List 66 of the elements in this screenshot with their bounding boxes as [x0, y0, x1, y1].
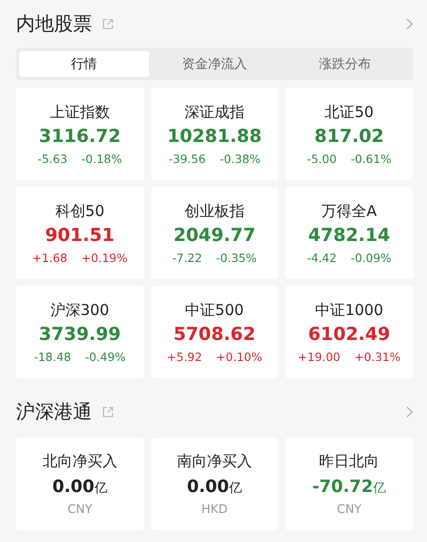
- change-percent: +0.31%: [354, 350, 401, 364]
- change-percent: +0.10%: [216, 350, 262, 364]
- index-card[interactable]: 中证1000 6102.49 +19.00 +0.31%: [285, 286, 413, 378]
- section-title: 内地股票: [16, 12, 92, 37]
- change-value: +1.68: [32, 250, 68, 264]
- change-value: -7.22: [172, 250, 202, 264]
- change-value: -4.42: [306, 250, 337, 264]
- index-name: 科创50: [55, 202, 104, 220]
- index-name: 中证500: [185, 300, 244, 320]
- index-name: 北证50: [324, 102, 374, 122]
- index-card[interactable]: 上证指数 3116.72 -5.63 -0.18%: [16, 88, 144, 180]
- share-icon[interactable]: [102, 18, 114, 30]
- index-name: 万得全A: [322, 202, 377, 220]
- index-card[interactable]: 科创50 901.51 +1.68 +0.19%: [16, 187, 144, 279]
- index-card[interactable]: 创业板指 2049.77 -7.22 -0.35%: [150, 187, 278, 279]
- index-card[interactable]: 沪深300 3739.99 -18.48 -0.49%: [16, 286, 144, 378]
- index-card[interactable]: 万得全A 4782.14 -4.42 -0.09%: [285, 187, 413, 279]
- index-name: 深证成指: [184, 102, 244, 122]
- index-name: 上证指数: [50, 102, 110, 122]
- tab[interactable]: 涨跌分布: [280, 51, 410, 77]
- change-value: -18.48: [34, 350, 72, 364]
- index-name: 沪深300: [50, 300, 110, 320]
- index-value: 2049.77: [174, 224, 256, 246]
- change-value: +5.92: [166, 350, 202, 364]
- index-card[interactable]: 中证500 5708.62 +5.92 +0.10%: [150, 286, 278, 378]
- change-percent: +0.19%: [81, 250, 128, 264]
- change-value: +19.00: [298, 350, 340, 364]
- flow-name: 昨日北向: [319, 452, 380, 471]
- index-value: 5708.62: [174, 324, 256, 344]
- flow-name: 南向净买入: [176, 452, 252, 471]
- change-percent: -0.49%: [85, 350, 126, 364]
- change-value: -5.00: [306, 152, 337, 166]
- chevron-right-icon[interactable]: [406, 406, 413, 418]
- change-value: -5.63: [38, 152, 68, 166]
- share-icon[interactable]: [102, 406, 114, 418]
- index-value: 10281.88: [167, 126, 262, 146]
- flow-card[interactable]: 北向净买入 0.00亿 CNY: [16, 438, 144, 530]
- flow-card[interactable]: 昨日北向 -70.72亿 CNY: [285, 438, 413, 530]
- currency-label: CNY: [336, 502, 362, 516]
- tab[interactable]: 资金净流入: [149, 51, 280, 77]
- flow-value: 0.00亿: [52, 477, 108, 497]
- change-percent: -0.18%: [81, 152, 122, 166]
- tab[interactable]: 行情: [19, 51, 150, 77]
- index-value: 901.51: [45, 224, 115, 246]
- index-card[interactable]: 深证成指 10281.88 -39.56 -0.38%: [150, 88, 278, 180]
- flow-card[interactable]: 南向净买入 0.00亿 HKD: [150, 438, 278, 530]
- change-percent: -0.35%: [216, 250, 257, 264]
- change-value: -39.56: [168, 152, 206, 166]
- change-percent: -0.09%: [350, 250, 392, 264]
- index-value: 6102.49: [308, 324, 390, 344]
- index-value: 3116.72: [38, 126, 121, 146]
- index-name: 中证1000: [315, 300, 384, 320]
- index-name: 创业板指: [184, 202, 244, 220]
- flow-name: 北向净买入: [42, 452, 118, 471]
- change-percent: -0.61%: [350, 152, 392, 166]
- flow-value: 0.00亿: [187, 477, 242, 497]
- section-title: 沪深港通: [16, 400, 92, 425]
- index-value: 3739.99: [38, 324, 121, 344]
- index-value: 817.02: [314, 126, 384, 146]
- currency-label: CNY: [67, 502, 92, 516]
- flow-value: -70.72亿: [312, 477, 386, 497]
- index-card[interactable]: 北证50 817.02 -5.00 -0.61%: [285, 88, 413, 180]
- currency-label: HKD: [201, 502, 228, 516]
- chevron-right-icon[interactable]: [406, 18, 413, 30]
- index-value: 4782.14: [308, 224, 390, 246]
- change-percent: -0.38%: [220, 152, 260, 166]
